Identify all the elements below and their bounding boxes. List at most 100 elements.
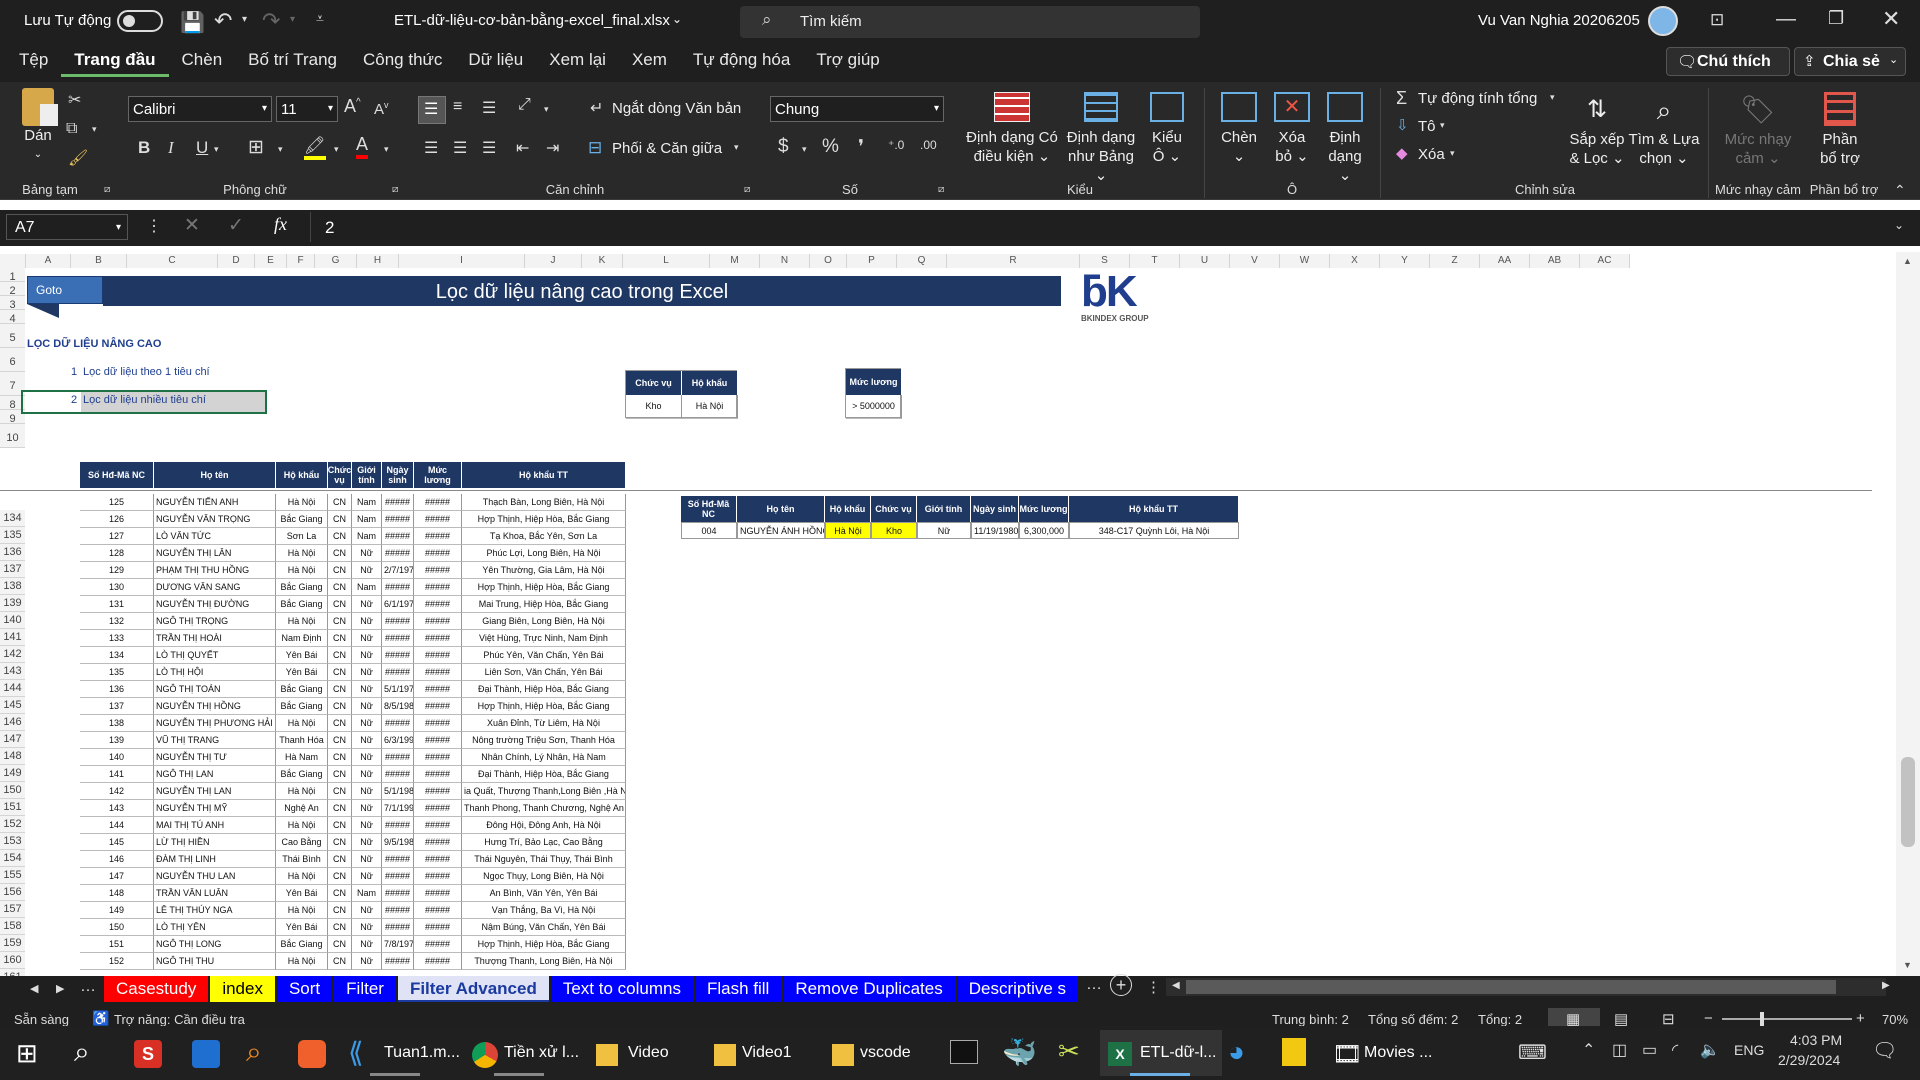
table-cell[interactable]: VŨ THỊ TRANG	[154, 732, 276, 749]
zoom-level[interactable]: 70%	[1882, 1012, 1908, 1027]
row-header[interactable]: 155	[0, 867, 25, 884]
table-cell[interactable]: LỪ THỊ HIỀN	[154, 834, 276, 851]
table-cell[interactable]: #####	[414, 715, 462, 732]
table-cell[interactable]: LÒ THỊ HỘI	[154, 664, 276, 681]
format-painter-icon[interactable]: 🖌	[68, 148, 88, 168]
clear-button[interactable]: Xóa	[1418, 146, 1445, 163]
table-cell[interactable]: #####	[414, 936, 462, 953]
table-cell[interactable]: Phúc Yên, Văn Chấn, Yên Bái	[462, 647, 626, 664]
save-icon[interactable]: 💾	[180, 10, 205, 35]
row-header[interactable]: 151	[0, 799, 25, 816]
table-cell[interactable]: Nghệ An	[276, 800, 328, 817]
prev-sheet-icon[interactable]: ◀	[30, 982, 38, 995]
undo-dropdown-icon[interactable]: ▾	[242, 14, 247, 25]
table-cell[interactable]: Đại Thành, Hiệp Hòa, Bắc Giang	[462, 766, 626, 783]
redo-dropdown-icon[interactable]: ▾	[290, 14, 295, 25]
next-sheet-icon[interactable]: ▶	[56, 982, 64, 995]
fill-color-icon[interactable]: 🖍	[304, 136, 326, 160]
table-cell[interactable]: Bắc Giang	[276, 579, 328, 596]
table-cell[interactable]: 152	[80, 953, 154, 970]
table-cell[interactable]: 138	[80, 715, 154, 732]
sheet-tab-3[interactable]: Filter	[334, 976, 396, 1002]
table-cell[interactable]: #####	[382, 511, 414, 528]
table-cell[interactable]: 7/8/1976	[382, 936, 414, 953]
table-cell[interactable]: #####	[382, 902, 414, 919]
table-cell[interactable]: Phúc Lợi, Long Biên, Hà Nội	[462, 545, 626, 562]
table-cell[interactable]: NGUYỄN VĂN TRỌNG	[154, 511, 276, 528]
restore-icon[interactable]: ❐	[1828, 8, 1844, 29]
font-size-select[interactable]: 11 ▾	[276, 96, 338, 122]
table-cell[interactable]: Nữ	[352, 766, 382, 783]
row-header[interactable]: 141	[0, 629, 25, 646]
menu-tab-2[interactable]: Chèn	[169, 50, 236, 77]
table-cell[interactable]: Thái Bình	[276, 851, 328, 868]
underline-dropdown-icon[interactable]: ▾	[214, 144, 219, 155]
table-cell[interactable]: 151	[80, 936, 154, 953]
show-hidden-icons-icon[interactable]: ⌃	[1582, 1040, 1595, 1060]
table-cell[interactable]: CN	[328, 834, 352, 851]
sheet-tab-8[interactable]: Descriptive s	[956, 976, 1079, 1002]
table-cell[interactable]: Yên Bái	[276, 664, 328, 681]
accessibility-icon[interactable]: ♿	[92, 1010, 109, 1027]
font-color-icon[interactable]: A	[356, 134, 369, 159]
file-name[interactable]: ETL-dữ-liệu-cơ-bản-bằng-excel_final.xlsx	[394, 12, 670, 29]
table-cell[interactable]: 126	[80, 511, 154, 528]
table-cell[interactable]: Nữ	[352, 749, 382, 766]
table-cell[interactable]: Bắc Giang	[276, 698, 328, 715]
sheet-tab-0[interactable]: Casestudy	[104, 976, 209, 1002]
table-cell[interactable]: 149	[80, 902, 154, 919]
merge-dropdown-icon[interactable]: ▾	[734, 142, 739, 153]
add-sheet-icon[interactable]: +	[1110, 974, 1132, 996]
sheet-tab-2[interactable]: Sort	[276, 976, 333, 1002]
cancel-icon[interactable]: ✕	[184, 214, 200, 237]
clock-time[interactable]: 4:03 PM	[1790, 1032, 1842, 1048]
column-header[interactable]: B	[71, 254, 127, 268]
row-header[interactable]: 158	[0, 918, 25, 935]
expand-formula-icon[interactable]: ⌄	[1894, 218, 1904, 232]
cut-icon[interactable]: ✂	[68, 90, 81, 110]
sheet-tab-1[interactable]: index	[210, 976, 275, 1002]
vertical-scrollbar[interactable]: ▲ ▼	[1896, 252, 1920, 976]
column-header[interactable]: J	[525, 254, 582, 268]
sheet-tab-6[interactable]: Flash fill	[694, 976, 782, 1002]
keyboard-icon[interactable]: ⌨	[1518, 1040, 1547, 1065]
table-cell[interactable]: Nữ	[352, 919, 382, 936]
table-cell[interactable]: Hà Nội	[276, 953, 328, 970]
table-cell[interactable]: 147	[80, 868, 154, 885]
table-cell[interactable]: ĐÀM THỊ LINH	[154, 851, 276, 868]
row-header[interactable]: 135	[0, 527, 25, 544]
row-header[interactable]: 150	[0, 782, 25, 799]
table-cell[interactable]: Nữ	[352, 936, 382, 953]
menu-tab-5[interactable]: Dữ liệu	[455, 50, 536, 77]
table-cell[interactable]: DƯƠNG VĂN SANG	[154, 579, 276, 596]
table-cell[interactable]: Bắc Giang	[276, 936, 328, 953]
item-2-link[interactable]: Lọc dữ liệu nhiều tiêu chí	[83, 394, 206, 406]
scroll-left-icon[interactable]: ◀	[1172, 980, 1180, 991]
column-header[interactable]: W	[1280, 254, 1330, 268]
table-cell[interactable]: Yên Bái	[276, 647, 328, 664]
row-header[interactable]: 159	[0, 935, 25, 952]
table-cell[interactable]: #####	[414, 562, 462, 579]
row-header[interactable]: 138	[0, 578, 25, 595]
table-cell[interactable]: #####	[414, 800, 462, 817]
table-cell[interactable]: #####	[414, 902, 462, 919]
table-cell[interactable]: Nữ	[352, 732, 382, 749]
horizontal-scroll-thumb[interactable]	[1186, 980, 1836, 994]
table-cell[interactable]: CN	[328, 545, 352, 562]
row-header[interactable]: 2	[0, 282, 25, 297]
table-cell[interactable]: Liên Sơn, Văn Chấn, Yên Bái	[462, 664, 626, 681]
table-cell[interactable]: CN	[328, 681, 352, 698]
menu-tab-4[interactable]: Công thức	[350, 50, 455, 77]
menu-tab-6[interactable]: Xem lại	[536, 50, 619, 77]
table-cell[interactable]: 133	[80, 630, 154, 647]
column-header[interactable]: U	[1180, 254, 1230, 268]
row-header[interactable]: 157	[0, 901, 25, 918]
table-cell[interactable]: #####	[414, 664, 462, 681]
column-header[interactable]: AC	[1580, 254, 1630, 268]
column-header[interactable]: AA	[1480, 254, 1530, 268]
menu-tab-8[interactable]: Tự động hóa	[680, 50, 803, 77]
menu-tab-3[interactable]: Bố trí Trang	[235, 50, 350, 77]
column-header[interactable]: A	[26, 254, 71, 268]
table-cell[interactable]: Nữ	[352, 630, 382, 647]
row-header[interactable]: 1	[0, 268, 25, 283]
